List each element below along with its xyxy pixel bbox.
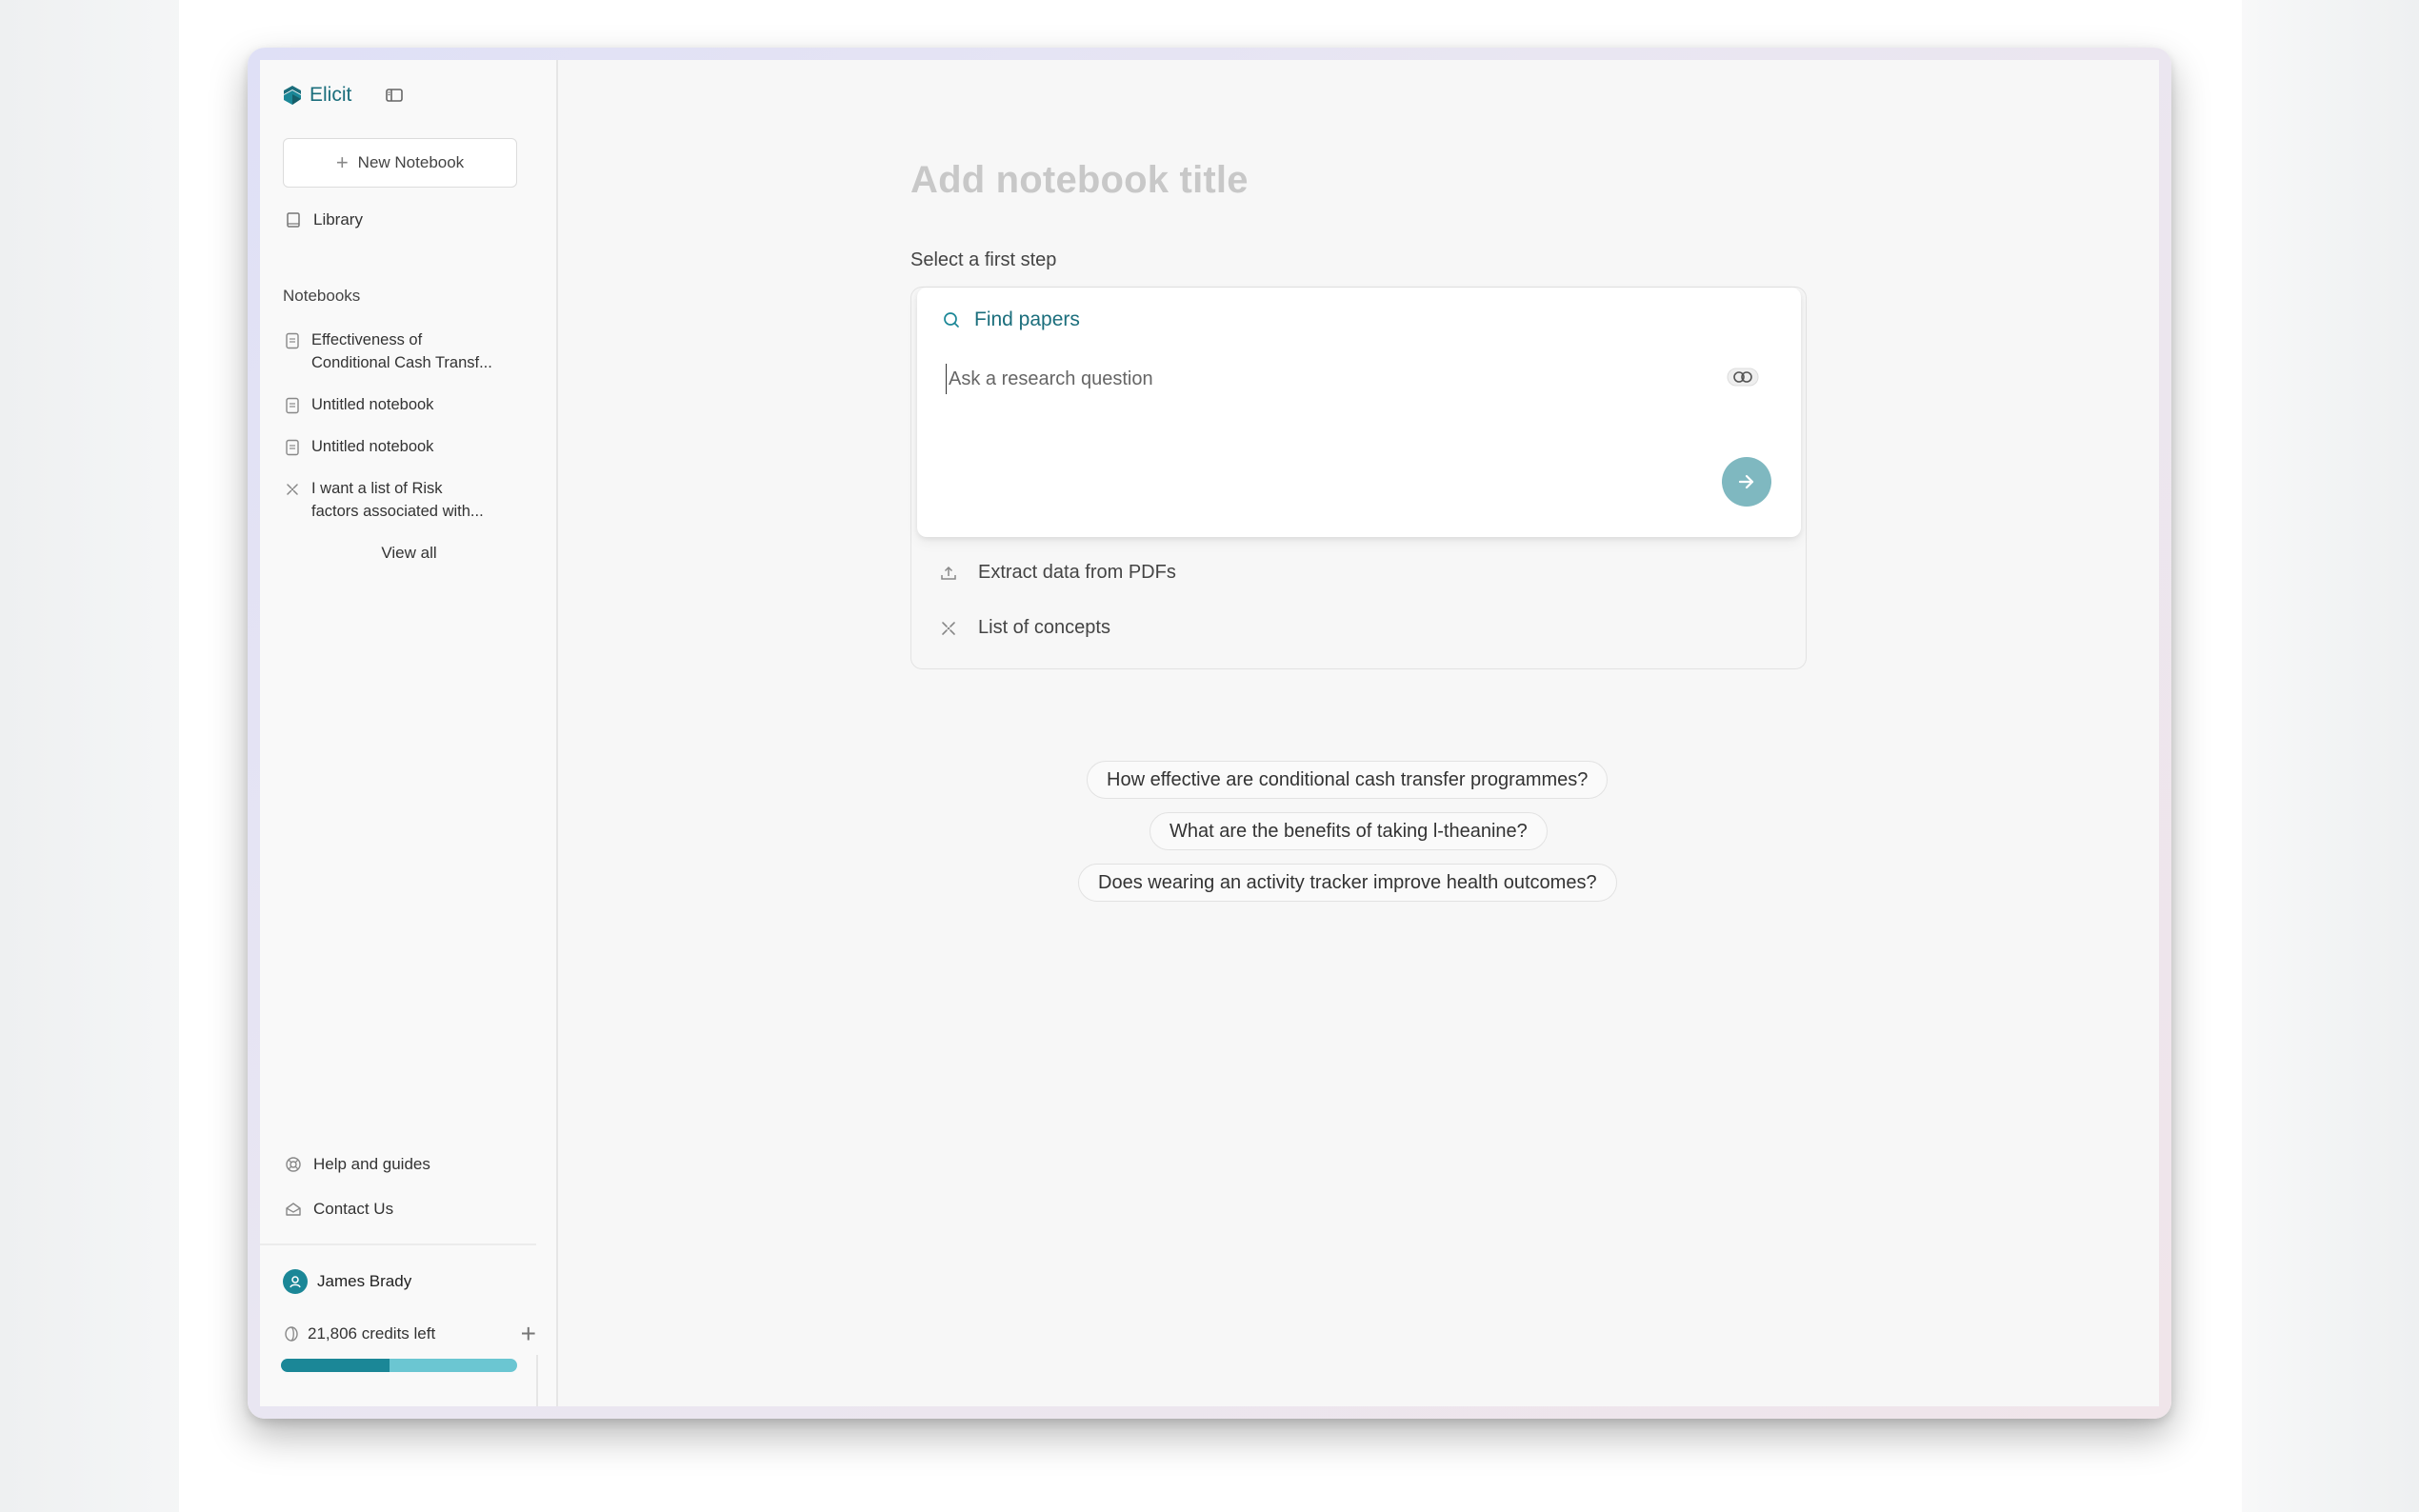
new-notebook-label: New Notebook bbox=[357, 153, 465, 171]
first-step-panel: Find papers Extract data from PDF bbox=[910, 287, 1807, 669]
suggestion-chip[interactable]: How effective are conditional cash trans… bbox=[1087, 761, 1609, 799]
user-account[interactable]: James Brady bbox=[283, 1269, 411, 1294]
sidebar-edge bbox=[536, 1355, 538, 1406]
notebook-title-line1: Untitled notebook bbox=[311, 396, 434, 413]
notebook-item[interactable]: Untitled notebook bbox=[285, 393, 542, 416]
notebook-item[interactable]: Effectiveness of Conditional Cash Transf… bbox=[285, 328, 542, 374]
submit-button[interactable] bbox=[1722, 457, 1771, 507]
notebook-title-line1: Effectiveness of bbox=[311, 331, 423, 348]
sidebar-collapse-icon[interactable] bbox=[384, 85, 405, 106]
sidebar-divider bbox=[260, 1243, 536, 1245]
find-papers-label: Find papers bbox=[974, 308, 1080, 330]
book-icon bbox=[287, 212, 300, 228]
notebooks-heading: Notebooks bbox=[283, 287, 361, 305]
research-question-input[interactable] bbox=[946, 364, 1708, 394]
sidebar-item-library[interactable]: Library bbox=[285, 210, 363, 229]
extract-data-label: Extract data from PDFs bbox=[978, 562, 1176, 583]
list-of-concepts-label: List of concepts bbox=[978, 617, 1110, 638]
help-label: Help and guides bbox=[313, 1155, 430, 1173]
credits-progress-fill bbox=[281, 1359, 390, 1372]
list-of-concepts-option[interactable]: List of concepts bbox=[940, 617, 1110, 639]
notebook-title-line1: Untitled notebook bbox=[311, 438, 434, 455]
user-icon bbox=[290, 1276, 301, 1288]
extract-data-option[interactable]: Extract data from PDFs bbox=[940, 562, 1176, 584]
user-name: James Brady bbox=[317, 1272, 412, 1290]
credits-progress-bar bbox=[281, 1359, 517, 1372]
contact-label: Contact Us bbox=[313, 1200, 394, 1218]
upload-icon bbox=[941, 566, 956, 580]
plus-icon: + bbox=[335, 150, 349, 174]
find-papers-option[interactable]: Find papers bbox=[942, 308, 1080, 331]
notebook-icon bbox=[286, 332, 299, 349]
elicit-logo-icon bbox=[284, 86, 301, 105]
notebook-title-line2: factors associated with... bbox=[311, 503, 484, 520]
first-step-label: Select a first step bbox=[910, 249, 1057, 270]
notebook-title-line2: Conditional Cash Transf... bbox=[311, 354, 492, 371]
search-icon bbox=[944, 312, 959, 328]
notebook-title-line1: I want a list of Risk bbox=[311, 480, 443, 497]
find-papers-card[interactable]: Find papers bbox=[917, 288, 1801, 537]
sidebar-item-label: Library bbox=[313, 210, 363, 229]
help-and-guides-link[interactable]: Help and guides bbox=[285, 1155, 430, 1174]
notebook-item[interactable]: I want a list of Risk factors associated… bbox=[285, 477, 542, 523]
avatar bbox=[283, 1269, 308, 1294]
notebook-icon bbox=[286, 439, 299, 456]
sidebar: Elicit + New Notebook Library Notebooks bbox=[260, 60, 558, 1406]
concepts-icon bbox=[942, 621, 955, 635]
brand[interactable]: Elicit bbox=[283, 81, 351, 109]
notebook-icon bbox=[286, 397, 299, 414]
notebook-title-input[interactable]: Add notebook title bbox=[910, 159, 1249, 202]
envelope-open-icon bbox=[286, 1203, 301, 1216]
notebook-item[interactable]: Untitled notebook bbox=[285, 435, 542, 458]
credits-row: 21,806 credits left + bbox=[283, 1321, 536, 1347]
lifebuoy-icon bbox=[286, 1157, 301, 1172]
view-all-link[interactable]: View all bbox=[260, 544, 558, 563]
brand-name: Elicit bbox=[310, 84, 352, 106]
concepts-icon bbox=[287, 484, 298, 495]
credits-label: 21,806 credits left bbox=[308, 1324, 436, 1343]
suggestion-chip[interactable]: Does wearing an activity tracker improve… bbox=[1078, 864, 1617, 902]
coin-icon bbox=[285, 1326, 298, 1342]
add-credits-button[interactable]: + bbox=[521, 1321, 536, 1347]
app-window: Elicit + New Notebook Library Notebooks bbox=[260, 60, 2159, 1406]
toggle-icon[interactable] bbox=[1727, 368, 1759, 387]
contact-us-link[interactable]: Contact Us bbox=[285, 1200, 393, 1219]
suggestion-chip[interactable]: What are the benefits of taking l-theani… bbox=[1150, 812, 1548, 850]
new-notebook-button[interactable]: + New Notebook bbox=[283, 138, 517, 188]
arrow-right-icon bbox=[1738, 474, 1754, 489]
